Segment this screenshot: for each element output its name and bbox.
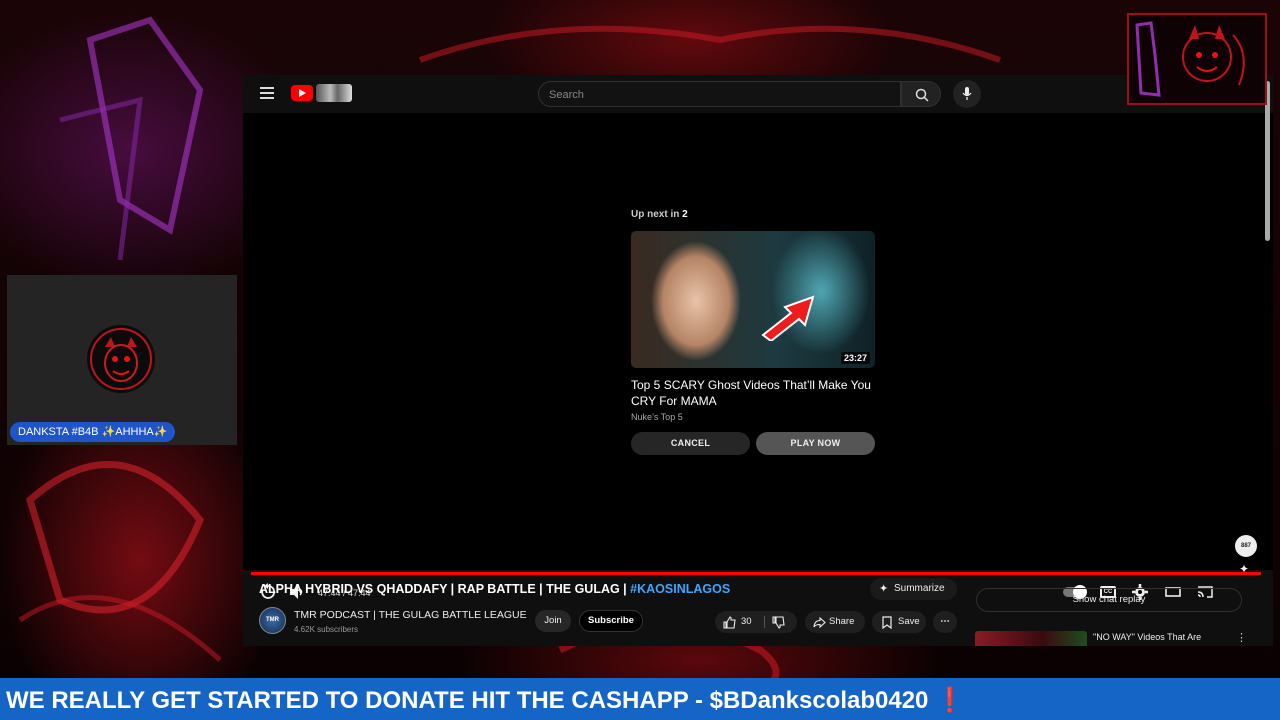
search-icon: [915, 88, 929, 102]
floating-widget[interactable]: 887: [1235, 535, 1257, 557]
red-arrow-icon: [761, 295, 815, 341]
menu-icon[interactable]: [260, 87, 274, 99]
recommended-video-thumbnail[interactable]: [975, 631, 1087, 646]
subscribe-button[interactable]: Subscribe: [579, 610, 643, 632]
donation-ticker: WE REALLY GET STARTED TO DONATE HIT THE …: [0, 678, 1280, 720]
video-player[interactable]: Up next in 2 23:27 Top 5 SCARY Ghost Vid…: [243, 113, 1273, 600]
microphone-icon: [962, 87, 972, 100]
share-button[interactable]: Share: [805, 611, 865, 633]
join-button[interactable]: Join: [535, 610, 571, 632]
up-next-card: Up next in 2 23:27 Top 5 SCARY Ghost Vid…: [631, 209, 875, 455]
dislike-icon[interactable]: [772, 616, 785, 629]
up-next-label: Up next in 2: [631, 209, 688, 220]
thumbnail-duration: 23:27: [840, 352, 870, 364]
search-input[interactable]: Search: [538, 81, 901, 107]
recommended-more-icon[interactable]: ⋮: [1236, 631, 1247, 644]
page-scrollbar[interactable]: [1265, 81, 1270, 241]
show-chat-replay-button[interactable]: Show chat replay: [976, 588, 1242, 612]
like-divider: [764, 616, 765, 628]
hashtag-link[interactable]: #KAOSINLAGOS: [630, 582, 730, 596]
like-icon[interactable]: [723, 616, 736, 629]
more-actions-button[interactable]: ⋯: [933, 611, 957, 633]
up-next-title[interactable]: Top 5 SCARY Ghost Videos That’ll Make Yo…: [631, 377, 875, 409]
exclamation-icon: ❗: [935, 687, 965, 714]
summarize-button[interactable]: ✦ Summarize: [870, 578, 957, 600]
youtube-wordmark[interactable]: [316, 84, 352, 102]
streamer-avatar: [87, 325, 155, 393]
share-icon: [813, 616, 826, 629]
search-button[interactable]: [901, 81, 941, 107]
play-now-button[interactable]: PLAY NOW: [756, 432, 875, 455]
up-next-countdown: 2: [682, 209, 688, 220]
youtube-window: Search Up next in 2 23:27 Top 5 SCARY Gh…: [243, 75, 1273, 646]
video-title: ALPHA HYBRID VS QHADDAFY | RAP BATTLE | …: [259, 582, 731, 596]
cancel-button[interactable]: CANCEL: [631, 432, 750, 455]
bookmark-icon: [882, 616, 892, 629]
up-next-channel: Nuke’s Top 5: [631, 412, 683, 422]
ticker-text: WE REALLY GET STARTED TO DONATE HIT THE …: [6, 687, 965, 714]
youtube-topbar: Search: [243, 75, 1273, 113]
subscriber-count: 4.62K subscribers: [294, 625, 359, 634]
sparkle-widget-icon[interactable]: ✦: [1239, 562, 1249, 576]
devil-mascot-icon: [90, 328, 152, 390]
save-button[interactable]: Save: [872, 611, 926, 633]
sparkle-icon: ✦: [879, 583, 889, 595]
voice-search-button[interactable]: [953, 80, 981, 108]
channel-logo: [1127, 13, 1267, 105]
channel-name[interactable]: TMR PODCAST | THE GULAG BATTLE LEAGUE: [294, 609, 527, 621]
dank-mascot-logo: [1135, 21, 1245, 97]
like-count: 30: [741, 616, 752, 627]
youtube-logo-icon[interactable]: [291, 85, 313, 101]
channel-avatar[interactable]: TMR: [259, 607, 286, 634]
webcam-panel: DANKSTA #B4B ✨AHHHA✨: [7, 275, 237, 445]
progress-bar[interactable]: [251, 572, 1261, 575]
streamer-name-badge: DANKSTA #B4B ✨AHHHA✨: [10, 422, 176, 442]
like-dislike-group: 30: [715, 611, 797, 633]
up-next-thumbnail[interactable]: 23:27: [631, 231, 875, 368]
recommended-video-title[interactable]: "NO WAY" Videos That Are: [1093, 632, 1201, 642]
